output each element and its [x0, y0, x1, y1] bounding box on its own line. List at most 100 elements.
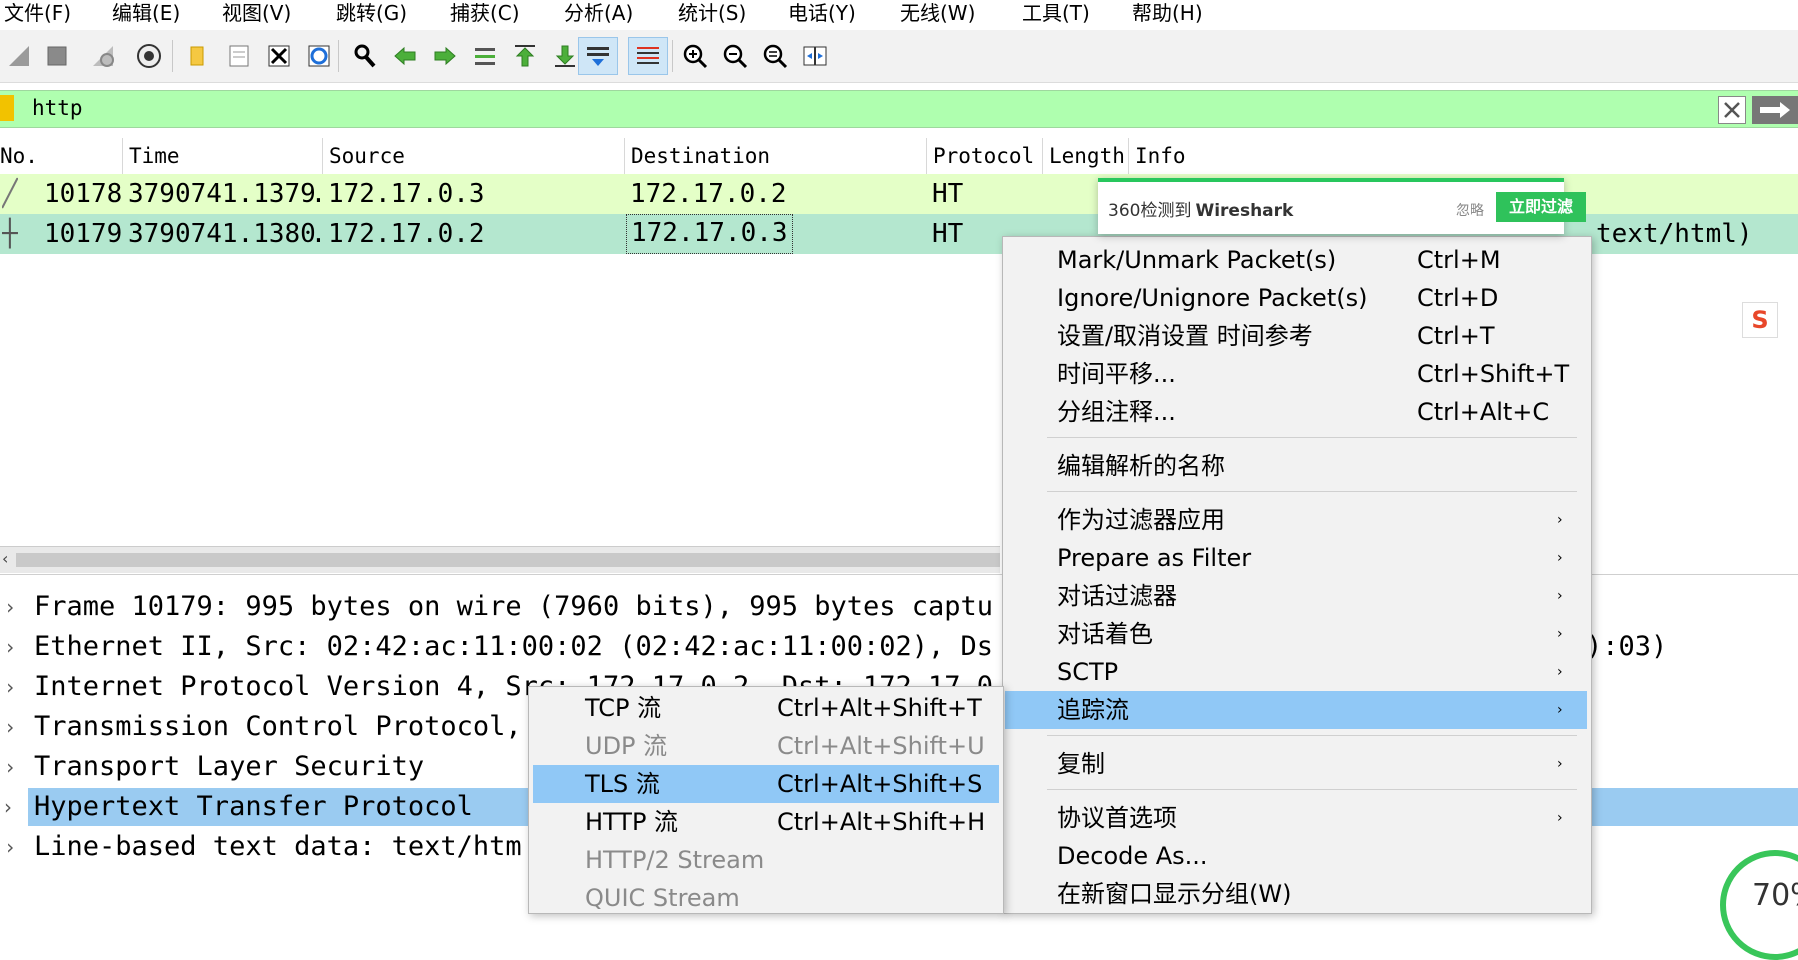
- menu-label: QUIC Stream: [585, 884, 740, 912]
- packet-time: 3790741.1379…: [128, 179, 320, 209]
- menu-help[interactable]: 帮助(H): [1132, 0, 1203, 26]
- menu-item-time-shift[interactable]: 时间平移... Ctrl+Shift+T: [1005, 355, 1587, 393]
- menu-shortcut: Ctrl+M: [1417, 246, 1501, 274]
- close-file-icon[interactable]: [260, 37, 298, 75]
- scroll-thumb[interactable]: [16, 553, 1000, 567]
- reload-file-icon[interactable]: [300, 37, 338, 75]
- menu-view[interactable]: 视图(V): [222, 0, 291, 26]
- menu-label: 协议首选项: [1057, 804, 1177, 832]
- clear-filter-button[interactable]: [1718, 96, 1746, 124]
- performance-gauge[interactable]: 70%: [1720, 850, 1798, 960]
- resize-columns-icon[interactable]: [796, 37, 834, 75]
- menu-item-copy[interactable]: 复制 ›: [1005, 745, 1587, 783]
- menu-item-prepare-as-filter[interactable]: Prepare as Filter ›: [1005, 539, 1587, 577]
- menu-item-decode-as[interactable]: Decode As...: [1005, 837, 1587, 875]
- menu-item-conversation-filter[interactable]: 对话过滤器 ›: [1005, 577, 1587, 615]
- expand-chevron-icon[interactable]: ›: [4, 708, 16, 746]
- submenu-arrow-icon: ›: [1557, 550, 1563, 566]
- apply-filter-button[interactable]: [1752, 96, 1798, 124]
- col-time[interactable]: Time: [122, 138, 322, 174]
- submenu-item-tls-stream[interactable]: TLS 流 Ctrl+Alt+Shift+S: [533, 765, 999, 803]
- menu-label: TLS 流: [585, 770, 660, 798]
- bookmark-icon[interactable]: [0, 95, 14, 121]
- menu-shortcut: Ctrl+Shift+T: [1417, 360, 1570, 388]
- submenu-arrow-icon: ›: [1557, 810, 1563, 826]
- submenu-item-http-stream[interactable]: HTTP 流 Ctrl+Alt+Shift+H: [533, 803, 999, 841]
- menu-wireless[interactable]: 无线(W): [900, 0, 975, 26]
- submenu-arrow-icon: ›: [1557, 512, 1563, 528]
- packet-source: 172.17.0.3: [328, 179, 485, 209]
- menu-label: 复制: [1057, 750, 1105, 778]
- col-destination[interactable]: Destination: [624, 138, 926, 174]
- menu-item-show-in-new-window[interactable]: 在新窗口显示分组(W): [1005, 875, 1587, 913]
- menu-item-edit-resolved-name[interactable]: 编辑解析的名称: [1005, 447, 1587, 485]
- menu-go[interactable]: 跳转(G): [336, 0, 407, 26]
- zoom-in-icon[interactable]: [676, 37, 714, 75]
- expand-chevron-icon[interactable]: ›: [4, 588, 16, 626]
- menu-file[interactable]: 文件(F): [4, 0, 71, 26]
- menu-label: Prepare as Filter: [1057, 544, 1252, 572]
- menu-label: HTTP 流: [585, 808, 679, 836]
- start-capture-icon[interactable]: [0, 37, 38, 75]
- find-packet-icon[interactable]: [346, 37, 384, 75]
- submenu-arrow-icon: ›: [1557, 702, 1563, 718]
- menu-item-apply-as-filter[interactable]: 作为过滤器应用 ›: [1005, 501, 1587, 539]
- col-info[interactable]: Info: [1128, 138, 1798, 174]
- packet-no: 10178: [44, 179, 123, 209]
- sogou-ime-icon[interactable]: S: [1742, 302, 1778, 338]
- colorize-icon[interactable]: [628, 37, 668, 75]
- submenu-arrow-icon: ›: [1557, 664, 1563, 680]
- expand-chevron-icon[interactable]: ›: [4, 828, 16, 866]
- ignore-link[interactable]: 忽略: [1456, 200, 1484, 220]
- menu-item-mark-packet[interactable]: Mark/Unmark Packet(s) Ctrl+M: [1005, 241, 1587, 279]
- expand-chevron-icon[interactable]: ›: [4, 628, 16, 666]
- menu-item-ignore-packet[interactable]: Ignore/Unignore Packet(s) Ctrl+D: [1005, 279, 1587, 317]
- menu-tools[interactable]: 工具(T): [1022, 0, 1090, 26]
- go-forward-icon[interactable]: [426, 37, 464, 75]
- first-packet-icon[interactable]: [506, 37, 544, 75]
- menu-capture[interactable]: 捕获(C): [450, 0, 520, 26]
- col-no[interactable]: No.: [0, 138, 122, 174]
- save-file-icon[interactable]: [220, 37, 258, 75]
- menu-item-protocol-preferences[interactable]: 协议首选项 ›: [1005, 799, 1587, 837]
- menu-telephony[interactable]: 电话(Y): [788, 0, 856, 26]
- security-notification-popup: 360检测到 Wireshark 忽略 立即过滤: [1098, 178, 1586, 234]
- col-length[interactable]: Length: [1042, 138, 1128, 174]
- submenu-item-tcp-stream[interactable]: TCP 流 Ctrl+Alt+Shift+T: [533, 689, 999, 727]
- zoom-normal-icon[interactable]: [756, 37, 794, 75]
- open-file-icon[interactable]: [180, 37, 218, 75]
- packet-list-header: No. Time Source Destination Protocol Len…: [0, 138, 1798, 175]
- capture-options-gear-icon[interactable]: [130, 37, 168, 75]
- menu-item-follow-stream[interactable]: 追踪流 ›: [1005, 691, 1587, 729]
- col-protocol[interactable]: Protocol: [926, 138, 1042, 174]
- scroll-left-icon[interactable]: ‹: [2, 549, 8, 568]
- packet-list-hscrollbar[interactable]: ‹: [0, 546, 1000, 573]
- display-filter-input[interactable]: [24, 93, 1730, 123]
- menu-item-time-reference[interactable]: 设置/取消设置 时间参考 Ctrl+T: [1005, 317, 1587, 355]
- restart-capture-icon[interactable]: [84, 37, 122, 75]
- follow-stream-submenu: TCP 流 Ctrl+Alt+Shift+T UDP 流 Ctrl+Alt+Shif…: [528, 686, 1004, 914]
- expand-chevron-icon[interactable]: ›: [4, 748, 16, 786]
- menu-edit[interactable]: 编辑(E): [112, 0, 180, 26]
- packet-destination: 172.17.0.3: [626, 214, 793, 254]
- expand-chevron-icon[interactable]: ›: [4, 788, 12, 826]
- menu-item-colorize-conversation[interactable]: 对话着色 ›: [1005, 615, 1587, 653]
- go-back-icon[interactable]: [386, 37, 424, 75]
- menu-item-sctp[interactable]: SCTP ›: [1005, 653, 1587, 691]
- menu-analyze[interactable]: 分析(A): [564, 0, 633, 26]
- auto-scroll-icon[interactable]: [578, 37, 618, 75]
- menu-label: 追踪流: [1057, 696, 1129, 724]
- col-source[interactable]: Source: [322, 138, 624, 174]
- filter-now-button[interactable]: 立即过滤: [1496, 192, 1586, 222]
- zoom-out-icon[interactable]: [716, 37, 754, 75]
- conversation-line-icon: ┼: [2, 219, 18, 249]
- menu-label: Ignore/Unignore Packet(s): [1057, 284, 1368, 312]
- go-to-packet-icon[interactable]: [466, 37, 504, 75]
- menu-item-packet-comment[interactable]: 分组注释... Ctrl+Alt+C: [1005, 393, 1587, 431]
- menu-statistics[interactable]: 统计(S): [678, 0, 746, 26]
- expand-chevron-icon[interactable]: ›: [4, 668, 16, 706]
- submenu-arrow-icon: ›: [1557, 626, 1563, 642]
- detail-text: Ethernet II, Src: 02:42:ac:11:00:02 (02:…: [34, 631, 994, 662]
- submenu-item-http2-stream: HTTP/2 Stream: [533, 841, 999, 879]
- stop-capture-icon[interactable]: [38, 37, 76, 75]
